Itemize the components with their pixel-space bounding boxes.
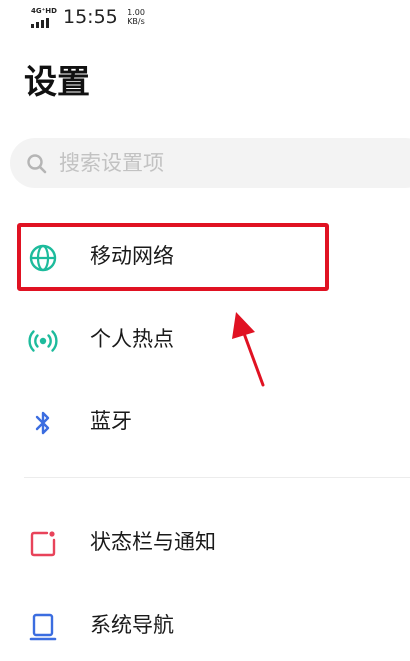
section-divider (24, 477, 410, 478)
search-bar[interactable]: 搜索设置项 (10, 138, 410, 188)
search-placeholder: 搜索设置项 (59, 151, 164, 175)
settings-item-label: 蓝牙 (90, 409, 132, 433)
search-icon (27, 154, 47, 174)
signal-bars-icon (31, 18, 57, 28)
status-bar: 4G⁺HD 15:55 1.00 KB/s (0, 0, 410, 34)
settings-item-system-navigation[interactable]: 系统导航 (0, 595, 410, 657)
annotation-highlight-box (17, 223, 329, 291)
settings-item-status-bar-notifications[interactable]: 状态栏与通知 (0, 512, 410, 574)
network-speed: 1.00 KB/s (125, 8, 147, 26)
settings-item-hotspot[interactable]: 个人热点 (0, 309, 410, 371)
signal-indicator: 4G⁺HD (31, 8, 57, 28)
settings-item-bluetooth[interactable]: 蓝牙 (0, 391, 410, 453)
network-type-label: 4G⁺HD (31, 7, 57, 15)
navigation-icon (29, 613, 57, 641)
bluetooth-icon (35, 411, 50, 435)
page-title: 设置 (24, 62, 90, 101)
settings-item-label: 系统导航 (90, 613, 174, 637)
settings-item-label: 状态栏与通知 (90, 530, 216, 554)
settings-item-label: 个人热点 (90, 327, 174, 351)
network-speed-unit: KB/s (127, 17, 145, 26)
network-speed-value: 1.00 (127, 8, 145, 17)
status-bar-icon (30, 531, 56, 557)
status-time: 15:55 (63, 6, 118, 28)
hotspot-icon (28, 330, 58, 352)
annotation-arrow-icon (232, 312, 265, 387)
